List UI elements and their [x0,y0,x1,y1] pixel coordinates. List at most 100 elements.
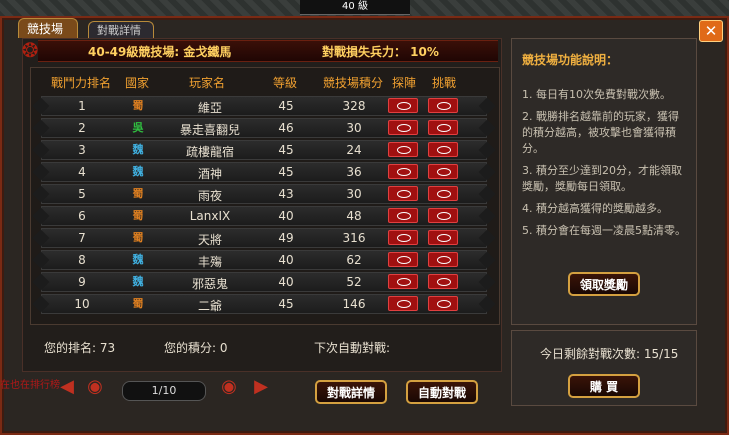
country-flag: 蜀 [132,209,144,222]
rank-cell: 6 [78,209,86,223]
player-name-cell: 維亞 [197,101,222,115]
sword-icon[interactable] [428,186,458,201]
arrow-right-icon[interactable]: ▶ [250,377,272,397]
country-flag: 魏 [132,275,144,288]
eye-icon[interactable] [388,98,418,113]
eye-icon[interactable] [388,296,418,311]
score-cell: 62 [346,253,362,267]
score-cell: 30 [346,187,362,201]
level-indicator: 40 級 [300,0,410,15]
col-country: 國家 [124,76,149,90]
sword-icon[interactable] [428,98,458,113]
level-cell: 43 [278,187,294,201]
level-cell: 40 [278,253,294,267]
score-cell: 30 [346,121,362,135]
eye-icon[interactable] [388,186,418,201]
player-name-cell: 丰殤 [197,255,222,269]
country-flag: 蜀 [132,231,144,244]
table-row: 10 蜀 二爺 45 146 [41,294,487,314]
level-cell: 40 [278,275,294,289]
level-cell: 49 [278,231,294,245]
claim-reward-button[interactable]: 領取獎勵 [568,272,640,296]
close-icon[interactable]: ✕ [699,20,723,42]
score-cell: 48 [346,209,362,223]
table-row: 8 魏 丰殤 40 62 [41,250,487,270]
score-cell: 52 [346,275,362,289]
rank-cell: 3 [78,143,86,157]
help-title: 競技場功能說明： [522,53,619,67]
sword-icon[interactable] [428,208,458,223]
table-row: 5 蜀 雨夜 43 30 [41,184,487,204]
arrow-right-ornate-icon[interactable]: ◉ [218,377,240,397]
sword-icon[interactable] [428,120,458,135]
sword-icon[interactable] [428,142,458,157]
eye-icon[interactable] [388,274,418,289]
next-auto-battle: 下次自動對戰: [314,341,391,355]
eye-icon[interactable] [388,120,418,135]
table-row: 3 魏 疏樓龍宿 45 24 [41,140,487,160]
player-name-cell: 天將 [197,233,222,247]
table-header: 戰鬥力排名 國家 玩家名 等級 競技場積分 探陣 挑戰 [31,74,499,92]
country-flag: 魏 [132,253,144,266]
ranking-table: 戰鬥力排名 國家 玩家名 等級 競技場積分 探陣 挑戰 1 蜀 維亞 45 328 2 吳 暴… [30,67,500,325]
sword-icon[interactable] [428,252,458,267]
your-score: 您的積分: 0 [164,341,228,355]
buy-button[interactable]: 購 買 [568,374,640,398]
country-flag: 魏 [132,143,144,156]
loss-label: 對戰損失兵力： 10% [322,45,439,59]
player-name-cell: 疏樓龍宿 [185,145,234,159]
help-item: 3. 積分至少達到20分，才能領取獎勵，獎勵每日領取。 [522,164,682,193]
help-item: 5. 積分會在每週一凌晨5點清零。 [522,224,686,237]
your-rank: 您的排名: 73 [44,341,116,355]
eye-icon[interactable] [388,252,418,267]
rank-cell: 10 [74,297,90,311]
col-challenge: 挑戰 [431,76,456,90]
player-name-cell: 暴走喜翻兒 [179,123,240,137]
level-cell: 45 [278,99,294,113]
col-scout: 探陣 [391,76,416,90]
country-flag: 蜀 [132,99,144,112]
arrow-left-ornate-icon[interactable]: ◉ [84,377,106,397]
table-row: 2 吳 暴走喜翻兒 46 30 [41,118,487,138]
country-flag: 吳 [132,121,144,134]
sword-icon[interactable] [428,274,458,289]
tab-arena[interactable]: 競技場 [18,18,78,38]
arena-title-bar: 40-49級競技場: 金戈鐵馬 對戰損失兵力： 10% [38,40,498,62]
col-rank: 戰鬥力排名 [50,76,111,90]
tab-battle-detail[interactable]: 對戰詳情 [88,21,154,38]
level-cell: 40 [278,209,294,223]
sword-icon[interactable] [428,230,458,245]
help-item: 1. 每日有10次免費對戰次數。 [522,88,671,101]
arrow-left-icon[interactable]: ◀ [56,377,78,397]
score-cell: 36 [346,165,362,179]
rank-cell: 2 [78,121,86,135]
country-flag: 魏 [132,165,144,178]
side-text: 在也在排行榜 [0,380,60,391]
col-score: 競技場積分 [322,76,383,90]
level-cell: 46 [278,121,294,135]
col-name: 玩家名 [188,76,225,90]
eye-icon[interactable] [388,142,418,157]
score-cell: 24 [346,143,362,157]
sword-icon[interactable] [428,296,458,311]
battle-detail-button[interactable]: 對戰詳情 [315,380,387,404]
rank-cell: 1 [78,99,86,113]
player-name-cell: LanxIX [189,209,231,223]
table-row: 9 魏 邪惡鬼 40 52 [41,272,487,292]
player-name-cell: 邪惡鬼 [191,277,228,291]
arena-title: 40-49級競技場: 金戈鐵馬 [88,45,232,59]
auto-battle-button[interactable]: 自動對戰 [406,380,478,404]
eye-icon[interactable] [388,208,418,223]
rank-cell: 7 [78,231,86,245]
eye-icon[interactable] [388,164,418,179]
level-cell: 45 [278,165,294,179]
col-level: 等級 [272,76,297,90]
score-cell: 328 [342,99,366,113]
player-name-cell: 二爺 [197,299,222,313]
country-flag: 蜀 [132,187,144,200]
score-cell: 316 [342,231,366,245]
help-item: 2. 戰勝排名越靠前的玩家，獲得的積分越高，被攻擊也會獲得積分。 [522,110,679,155]
eye-icon[interactable] [388,230,418,245]
table-row: 1 蜀 維亞 45 328 [41,96,487,116]
sword-icon[interactable] [428,164,458,179]
